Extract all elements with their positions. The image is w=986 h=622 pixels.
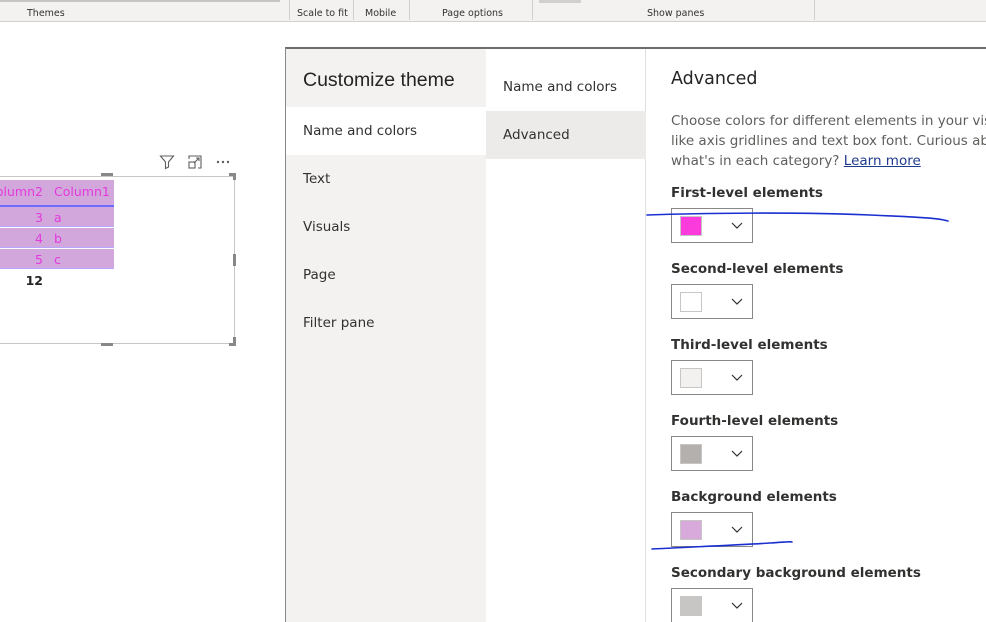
table-row: 4 b	[0, 228, 114, 248]
dialog-nav: Customize theme Name and colors Text Vis…	[286, 49, 486, 622]
table-cell: a	[54, 210, 62, 225]
chevron-down-icon	[731, 526, 743, 533]
ribbon-separator	[353, 0, 354, 20]
color-picker-secondary-background[interactable]	[671, 588, 753, 622]
ribbon-group-mobile: Mobile	[365, 8, 397, 19]
table-cell: 3	[35, 210, 43, 225]
visual-header	[156, 153, 236, 171]
table-cell: 5	[35, 252, 43, 267]
nav-item-visuals[interactable]: Visuals	[286, 203, 486, 251]
nav-item-filter-pane[interactable]: Filter pane	[286, 299, 486, 347]
label-second-level: Second-level elements	[671, 261, 844, 277]
table-total-value: 12	[25, 273, 43, 288]
label-first-level: First-level elements	[671, 185, 823, 201]
ribbon-group-page-options: Page options	[442, 8, 504, 19]
resize-handle[interactable]	[233, 173, 236, 180]
ribbon-button-edge[interactable]	[539, 0, 581, 3]
color-swatch	[680, 368, 702, 388]
panel-description: Choose colors for different elements in …	[671, 111, 986, 171]
chevron-down-icon	[731, 450, 743, 457]
chevron-down-icon	[731, 374, 743, 381]
ribbon: Themes Scale to fit Mobile Page options …	[0, 0, 986, 22]
more-options-icon[interactable]	[214, 153, 232, 171]
color-swatch	[680, 520, 702, 540]
description-line: like axis gridlines and text box font. C…	[671, 133, 986, 149]
table-cell: c	[54, 252, 61, 267]
label-background: Background elements	[671, 489, 837, 505]
ribbon-group-themes: Themes	[27, 8, 65, 19]
color-picker-first-level[interactable]	[671, 208, 753, 243]
color-picker-second-level[interactable]	[671, 284, 753, 319]
table-cell: b	[54, 231, 62, 246]
label-third-level: Third-level elements	[671, 337, 828, 353]
label-fourth-level: Fourth-level elements	[671, 413, 839, 429]
resize-handle[interactable]	[101, 343, 113, 346]
subnav-item-advanced[interactable]: Advanced	[486, 111, 646, 159]
chevron-down-icon	[731, 602, 743, 609]
subnav-item-name-and-colors[interactable]: Name and colors	[486, 63, 646, 111]
nav-item-page[interactable]: Page	[286, 251, 486, 299]
color-picker-third-level[interactable]	[671, 360, 753, 395]
table-header-row: olumn2 Column1	[0, 180, 114, 207]
table-visual: olumn2 Column1 3 a 4 b 5 c 12	[0, 180, 114, 292]
description-text: what's in each category?	[671, 153, 840, 169]
dialog-subnav: Name and colors Advanced	[486, 49, 646, 622]
advanced-panel: Advanced Choose colors for different ele…	[647, 49, 986, 622]
resize-handle[interactable]	[233, 337, 236, 344]
panel-heading: Advanced	[671, 69, 758, 89]
color-swatch	[680, 216, 702, 236]
filter-icon[interactable]	[158, 153, 176, 171]
description-line: Choose colors for different elements in …	[671, 113, 986, 129]
description-line: what's in each category? Learn more	[671, 151, 986, 171]
label-secondary-background: Secondary background elements	[671, 565, 921, 581]
color-picker-background[interactable]	[671, 512, 753, 547]
table-row: 3 a	[0, 207, 114, 227]
nav-item-name-and-colors[interactable]: Name and colors	[286, 107, 486, 155]
dialog-title: Customize theme	[303, 69, 455, 91]
resize-handle[interactable]	[233, 254, 236, 266]
customize-theme-dialog: Customize theme Name and colors Text Vis…	[285, 47, 986, 622]
ribbon-separator	[409, 0, 410, 20]
chevron-down-icon	[731, 298, 743, 305]
focus-mode-icon[interactable]	[186, 153, 204, 171]
column-header-column1[interactable]: Column1	[54, 184, 110, 199]
color-swatch	[680, 596, 702, 616]
chevron-down-icon	[731, 222, 743, 229]
ribbon-separator	[532, 0, 533, 20]
resize-handle[interactable]	[101, 173, 113, 176]
table-row: 5 c	[0, 249, 114, 269]
column-header-column2[interactable]: olumn2	[0, 184, 43, 199]
ribbon-separator	[289, 0, 290, 20]
table-total-row: 12	[0, 270, 114, 292]
color-picker-fourth-level[interactable]	[671, 436, 753, 471]
ribbon-separator	[814, 0, 815, 20]
color-swatch	[680, 292, 702, 312]
color-swatch	[680, 444, 702, 464]
ribbon-group-show-panes: Show panes	[647, 8, 705, 19]
nav-item-text[interactable]: Text	[286, 155, 486, 203]
table-cell: 4	[35, 231, 43, 246]
learn-more-link[interactable]: Learn more	[844, 153, 921, 169]
ribbon-group-scale-to-fit: Scale to fit	[297, 8, 348, 19]
